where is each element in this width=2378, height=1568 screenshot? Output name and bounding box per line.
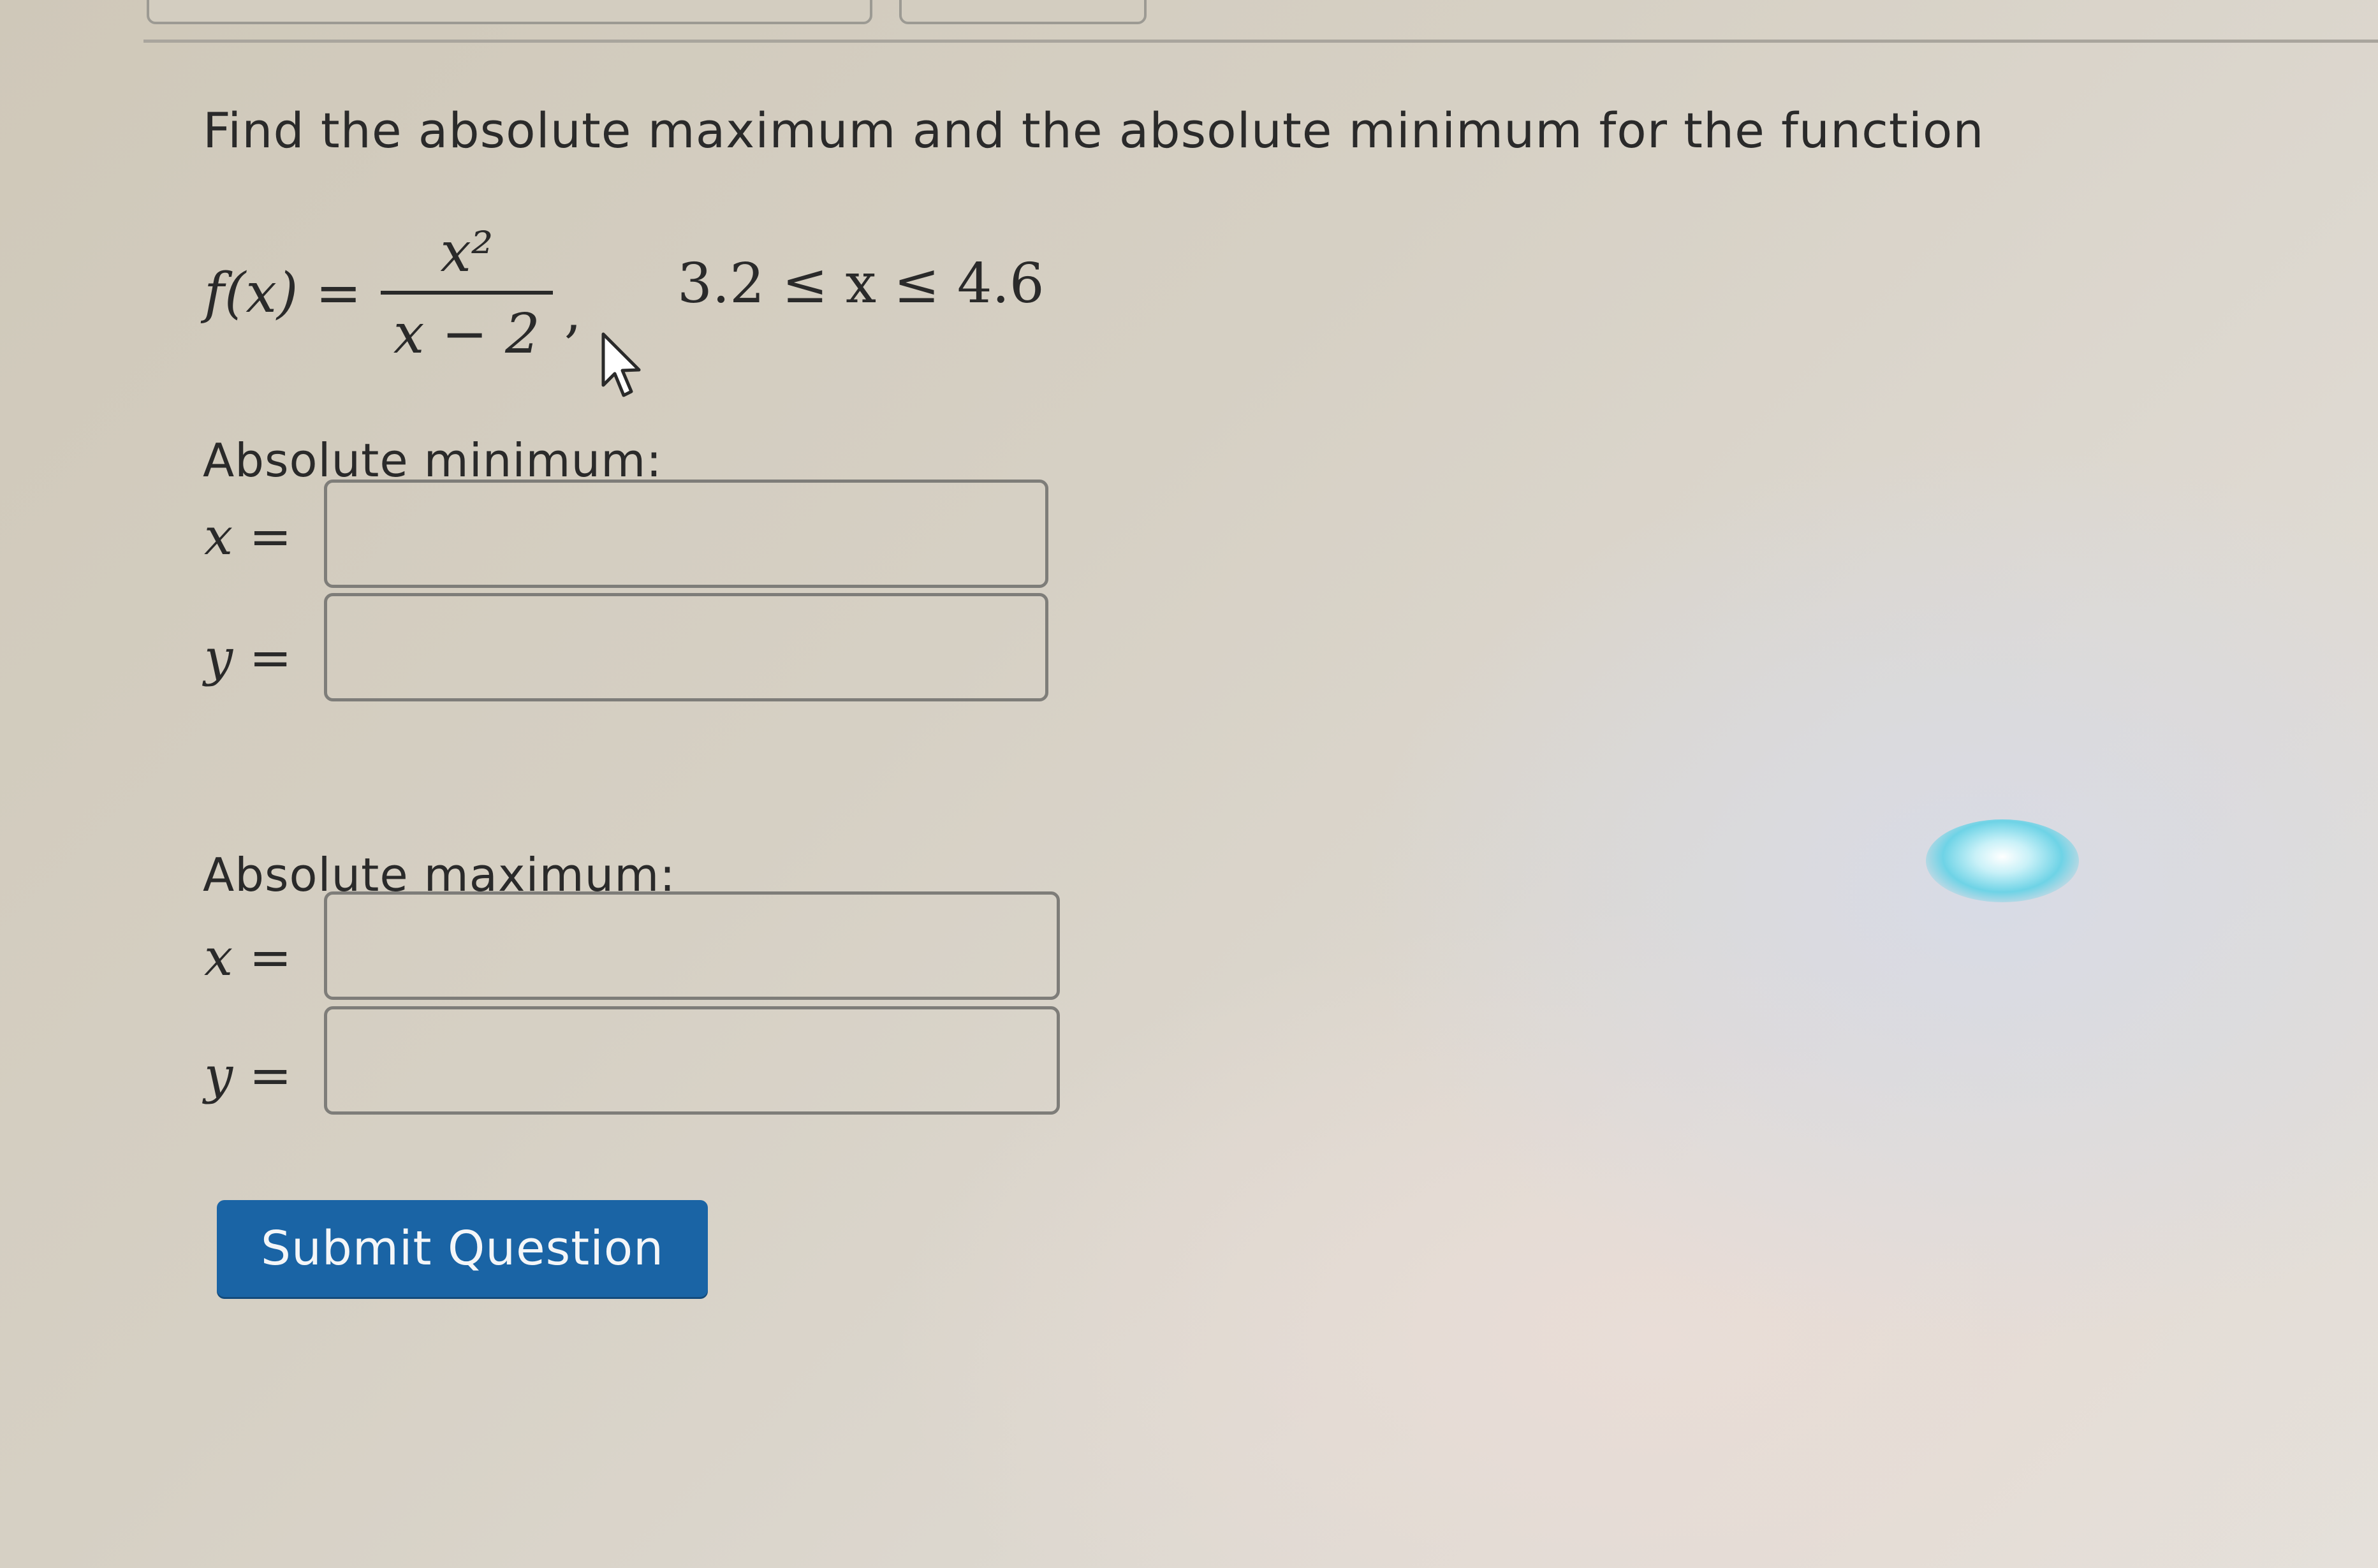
min-x-label: x = [204,507,292,566]
min-x-input[interactable] [324,480,1048,588]
equation-separator: , [564,281,582,344]
min-y-label: y = [204,628,292,687]
function-lhs: f(x) = [204,261,362,325]
max-x-label: x = [204,928,292,987]
mouse-pointer-icon [601,332,641,397]
question-prompt: Find the absolute maximum and the absolu… [203,102,1985,159]
top-tab-fragment [899,0,1147,24]
top-panel-fragment [147,0,872,24]
submit-question-button[interactable]: Submit Question [217,1200,708,1297]
max-x-input[interactable] [324,891,1060,1000]
max-y-label: y = [204,1046,292,1105]
min-y-input[interactable] [324,593,1048,701]
fraction-numerator: x² [440,221,494,284]
header-divider [143,40,2378,43]
max-y-input[interactable] [324,1006,1060,1115]
function-fraction: x² x − 2 [380,221,553,366]
domain-interval: 3.2 ≤ x ≤ 4.6 [677,252,1045,316]
screen-glare [1926,819,2079,902]
fraction-denominator: x − 2 [380,291,553,366]
